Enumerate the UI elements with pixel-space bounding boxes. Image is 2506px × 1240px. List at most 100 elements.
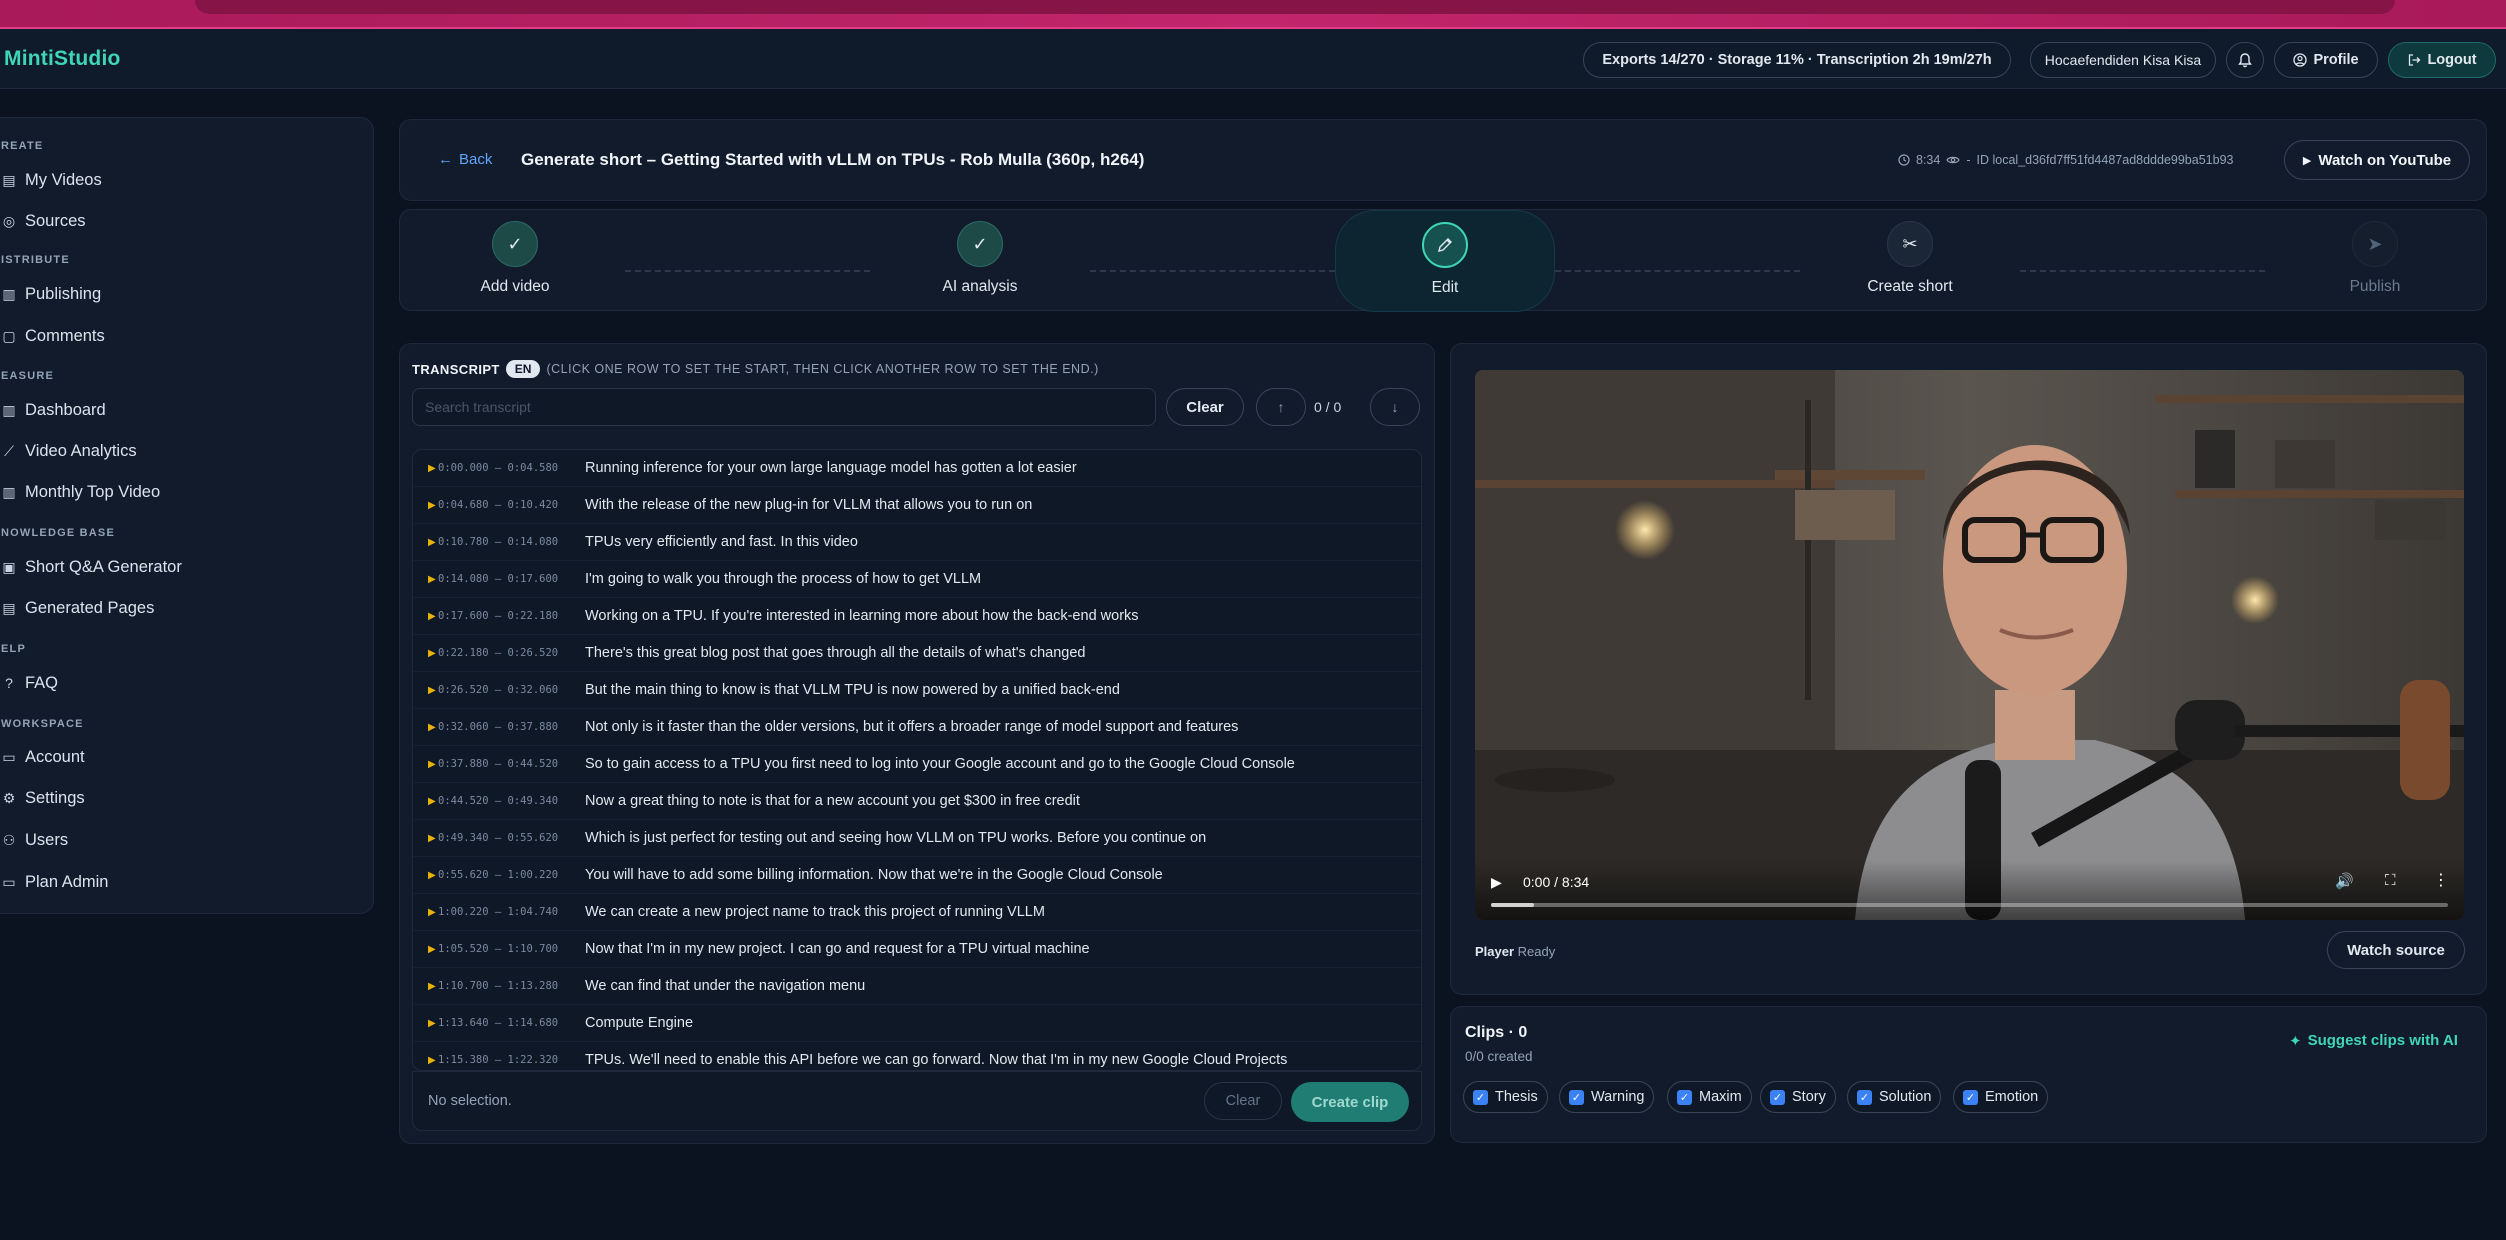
- transcript-row[interactable]: ▶ 1:10.700 – 1:13.280 We can find that und…: [413, 968, 1421, 1005]
- fullscreen-icon[interactable]: ⛶: [2385, 872, 2396, 889]
- create-clip-button[interactable]: Create clip: [1291, 1082, 1409, 1122]
- language-badge[interactable]: EN: [505, 360, 541, 378]
- play-segment-icon[interactable]: ▶: [413, 500, 436, 511]
- next-match-button[interactable]: ↓: [1370, 388, 1420, 426]
- clip-type-warning[interactable]: ✓ Warning: [1559, 1081, 1655, 1113]
- play-segment-icon[interactable]: ▶: [413, 1055, 436, 1066]
- checkbox-checked-icon: ✓: [1473, 1089, 1488, 1105]
- play-segment-icon[interactable]: ▶: [413, 463, 436, 474]
- watch-source-button[interactable]: Watch source: [2327, 931, 2465, 969]
- clip-type-emotion[interactable]: ✓ Emotion: [1953, 1081, 2049, 1113]
- selection-clear-button[interactable]: Clear: [1204, 1082, 1282, 1120]
- user-name-pill[interactable]: Hocaefendiden Kisa Kisa: [2030, 42, 2216, 78]
- sidebar-item-my-videos[interactable]: ▤ My Videos: [1, 165, 361, 195]
- sidebar-item-settings[interactable]: ⚙ Settings: [1, 783, 361, 813]
- play-icon: ▶: [2302, 154, 2312, 167]
- more-options-icon[interactable]: ⋮: [2433, 870, 2449, 890]
- step-connector: [1090, 270, 1335, 272]
- transcript-row[interactable]: ▶ 0:22.180 – 0:26.520 There's this great b…: [413, 635, 1421, 672]
- play-segment-icon[interactable]: ▶: [413, 685, 436, 696]
- play-segment-icon[interactable]: ▶: [413, 1018, 436, 1029]
- sidebar-section-help: ELP: [1, 643, 26, 655]
- transcript-row[interactable]: ▶ 0:44.520 – 0:49.340 Now a great thing to…: [413, 783, 1421, 820]
- play-icon[interactable]: ▶: [1491, 874, 1502, 891]
- segment-text: Running inference for your own large lan…: [585, 460, 1077, 476]
- brand-logo[interactable]: MintiStudio: [4, 47, 121, 71]
- check-icon: ✓: [492, 221, 538, 267]
- play-segment-icon[interactable]: ▶: [413, 722, 436, 733]
- selection-status: No selection.: [428, 1093, 512, 1109]
- segment-text: But the main thing to know is that VLLM …: [585, 682, 1120, 698]
- play-segment-icon[interactable]: ▶: [413, 611, 436, 622]
- step-add-video[interactable]: ✓ Add video: [405, 210, 625, 312]
- gear-icon: ⚙: [2, 789, 16, 806]
- transcript-row[interactable]: ▶ 0:49.340 – 0:55.620 Which is just perfec…: [413, 820, 1421, 857]
- sidebar-item-faq[interactable]: ? FAQ: [1, 668, 361, 698]
- sidebar-item-monthly-top-video[interactable]: ▥ Monthly Top Video: [1, 477, 361, 507]
- step-edit[interactable]: Edit: [1335, 210, 1555, 312]
- transcript-row[interactable]: ▶ 1:05.520 – 1:10.700 Now that I'm in my n…: [413, 931, 1421, 968]
- segment-text: There's this great blog post that goes t…: [585, 645, 1086, 661]
- play-segment-icon[interactable]: ▶: [413, 944, 436, 955]
- play-segment-icon[interactable]: ▶: [413, 759, 436, 770]
- play-segment-icon[interactable]: ▶: [413, 870, 436, 881]
- step-create-short[interactable]: ✂ Create short: [1800, 210, 2020, 312]
- sidebar-item-sources[interactable]: ◎ Sources: [1, 206, 361, 236]
- play-segment-icon[interactable]: ▶: [413, 574, 436, 585]
- play-segment-icon[interactable]: ▶: [413, 981, 436, 992]
- step-ai-analysis[interactable]: ✓ AI analysis: [870, 210, 1090, 312]
- transcript-row[interactable]: ▶ 0:32.060 – 0:37.880 Not only is it faste…: [413, 709, 1421, 746]
- segment-text: We can find that under the navigation me…: [585, 978, 866, 994]
- profile-button[interactable]: Profile: [2274, 42, 2378, 78]
- video-player[interactable]: ▶ 0:00 / 8:34 🔊 ⛶ ⋮: [1475, 370, 2464, 920]
- step-connector: [625, 270, 870, 272]
- play-segment-icon[interactable]: ▶: [413, 907, 436, 918]
- sidebar-item-short-qa-generator[interactable]: ▣ Short Q&A Generator: [1, 552, 361, 582]
- clip-type-maxim[interactable]: ✓ Maxim: [1667, 1081, 1752, 1113]
- transcript-rows[interactable]: ▶ 0:00.000 – 0:04.580 Running inference fo…: [412, 449, 1422, 1071]
- transcript-row[interactable]: ▶ 0:00.000 – 0:04.580 Running inference fo…: [413, 450, 1421, 487]
- clip-type-story[interactable]: ✓ Story: [1760, 1081, 1836, 1113]
- logout-button[interactable]: Logout: [2388, 42, 2496, 78]
- clip-type-thesis[interactable]: ✓ Thesis: [1463, 1081, 1548, 1113]
- transcript-search-input[interactable]: [412, 388, 1156, 426]
- transcript-row[interactable]: ▶ 0:04.680 – 0:10.420 With the release of …: [413, 487, 1421, 524]
- suggest-clips-button[interactable]: ✦ Suggest clips with AI: [2289, 1032, 2458, 1050]
- sidebar-item-users[interactable]: ⚇ Users: [1, 825, 361, 855]
- sidebar-item-dashboard[interactable]: ▥ Dashboard: [1, 395, 361, 425]
- previous-match-button[interactable]: ↑: [1256, 388, 1306, 426]
- play-segment-icon[interactable]: ▶: [413, 537, 436, 548]
- transcript-row[interactable]: ▶ 0:55.620 – 1:00.220 You will have to add…: [413, 857, 1421, 894]
- transcript-row[interactable]: ▶ 0:14.080 – 0:17.600 I'm going to walk yo…: [413, 561, 1421, 598]
- clip-type-solution[interactable]: ✓ Solution: [1847, 1081, 1942, 1113]
- sidebar-item-comments[interactable]: ▢ Comments: [1, 321, 361, 351]
- seek-bar[interactable]: [1491, 903, 2448, 907]
- transcript-row[interactable]: ▶ 0:26.520 – 0:32.060 But the main thing t…: [413, 672, 1421, 709]
- volume-icon[interactable]: 🔊: [2335, 872, 2354, 890]
- search-clear-button[interactable]: Clear: [1166, 388, 1244, 426]
- transcript-row[interactable]: ▶ 1:13.640 – 1:14.680 Compute Engine: [413, 1005, 1421, 1042]
- play-segment-icon[interactable]: ▶: [413, 833, 436, 844]
- sidebar-item-generated-pages[interactable]: ▤ Generated Pages: [1, 593, 361, 623]
- play-segment-icon[interactable]: ▶: [413, 796, 436, 807]
- segment-text: Working on a TPU. If you're interested i…: [585, 608, 1139, 624]
- sidebar-item-account[interactable]: ▭ Account: [1, 742, 361, 772]
- transcript-row[interactable]: ▶ 0:17.600 – 0:22.180 Working on a TPU. If…: [413, 598, 1421, 635]
- segment-timestamp: 1:00.220 – 1:04.740: [438, 906, 559, 918]
- sidebar-item-video-analytics[interactable]: ⟋ Video Analytics: [1, 436, 361, 466]
- transcript-row[interactable]: ▶ 1:15.380 – 1:22.320 TPUs. We'll need to …: [413, 1042, 1421, 1070]
- sidebar-item-plan-admin[interactable]: ▭ Plan Admin: [1, 867, 361, 897]
- transcript-row[interactable]: ▶ 0:10.780 – 0:14.080 TPUs very efficientl…: [413, 524, 1421, 561]
- back-link[interactable]: ← Back: [438, 151, 492, 168]
- sidebar-item-publishing[interactable]: ▥ Publishing: [1, 279, 361, 309]
- step-publish: ➤ Publish: [2265, 210, 2485, 312]
- transcript-row[interactable]: ▶ 0:37.880 – 0:44.520 So to gain access to…: [413, 746, 1421, 783]
- notifications-button[interactable]: [2226, 42, 2264, 78]
- title-bar: ← Back Generate short – Getting Started …: [399, 119, 2487, 201]
- play-segment-icon[interactable]: ▶: [413, 648, 436, 659]
- transcript-row[interactable]: ▶ 1:00.220 – 1:04.740 We can create a new …: [413, 894, 1421, 931]
- scissors-icon: ✂: [1887, 221, 1933, 267]
- segment-timestamp: 1:15.380 – 1:22.320: [438, 1054, 559, 1066]
- watch-on-youtube-button[interactable]: ▶ Watch on YouTube: [2284, 140, 2470, 180]
- segment-text: I'm going to walk you through the proces…: [585, 571, 982, 587]
